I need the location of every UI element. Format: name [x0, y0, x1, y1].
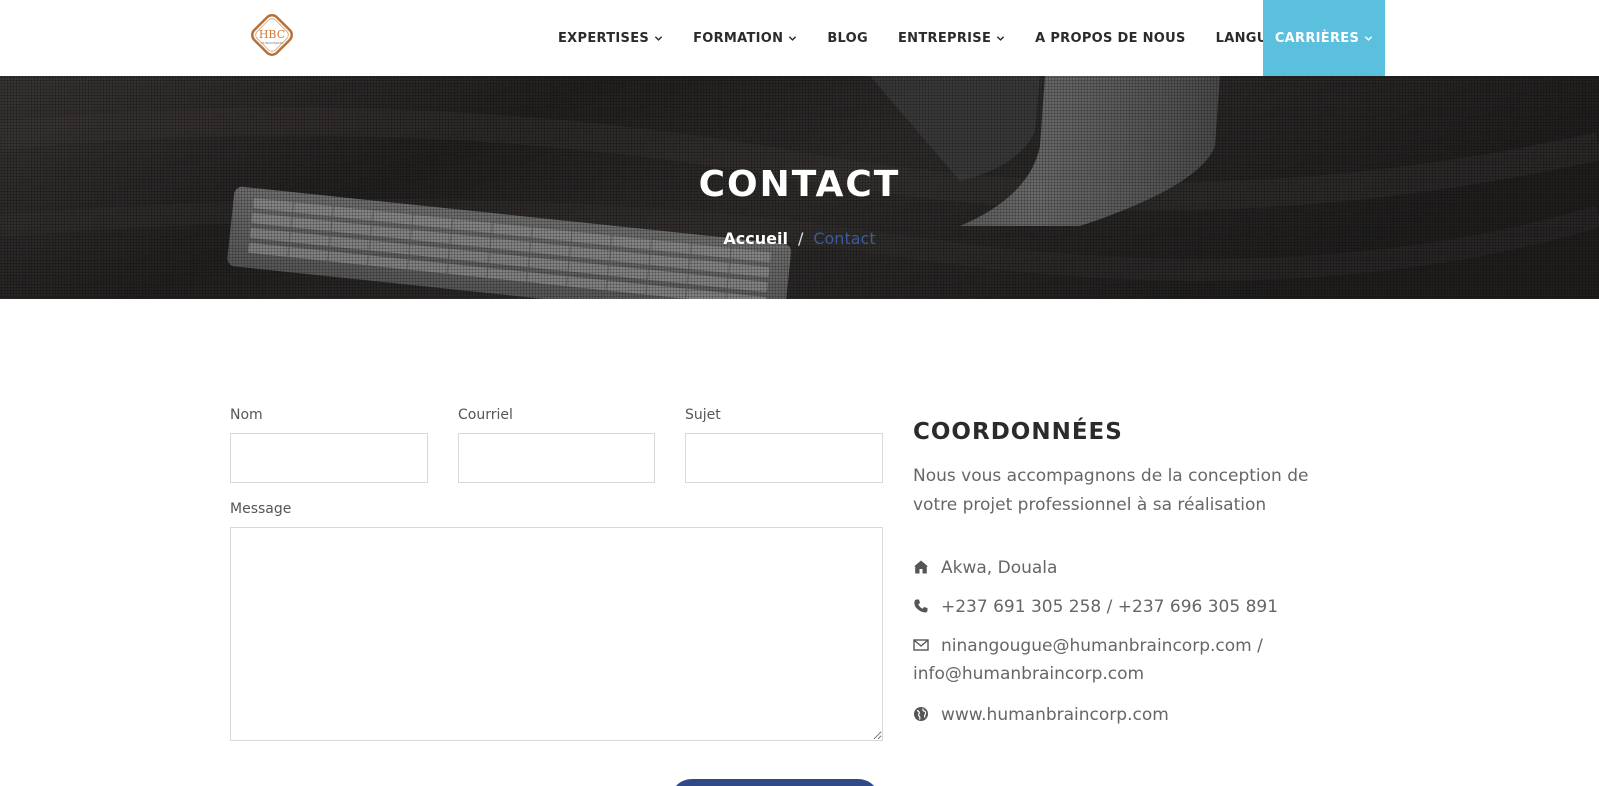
email-info-line: ninangougue@humanbraincorp.com / info@hu… — [913, 632, 1263, 688]
email-text-line1[interactable]: ninangougue@humanbraincorp.com / — [941, 636, 1263, 656]
info-title: COORDONNÉES — [913, 419, 1123, 445]
company-logo[interactable]: HBC HUMAN BRAIN — [248, 11, 296, 59]
nav-item-blog[interactable]: BLOG — [827, 31, 868, 46]
email-text-line2[interactable]: info@humanbraincorp.com — [913, 664, 1144, 684]
nav-item-entreprise[interactable]: ENTREPRISE — [898, 31, 1005, 46]
envelope-icon — [913, 639, 929, 651]
chevron-down-icon — [996, 35, 1005, 41]
nav-item-formation[interactable]: FORMATION — [693, 31, 797, 46]
svg-text:HBC: HBC — [259, 28, 285, 41]
email-input[interactable] — [458, 433, 655, 483]
submit-button[interactable] — [670, 779, 880, 786]
svg-text:HUMAN BRAIN: HUMAN BRAIN — [261, 41, 283, 45]
chevron-down-icon — [789, 35, 797, 41]
info-description: Nous vous accompagnons de la conception … — [913, 466, 1309, 515]
nav-item-label: BLOG — [827, 30, 868, 46]
email-label: Courriel — [458, 407, 513, 423]
navbar: HBC HUMAN BRAIN EXPERTISES FORMATION BLO… — [0, 0, 1599, 76]
nav-cta-label: CARRIÈRES — [1274, 30, 1360, 46]
name-input[interactable] — [230, 433, 428, 483]
nav-item-label: EXPERTISES — [558, 30, 650, 46]
nav-item-a-propos[interactable]: A PROPOS DE NOUS — [1035, 31, 1186, 46]
breadcrumb-home-link[interactable]: Accueil — [723, 229, 788, 248]
nav-item-expertises[interactable]: EXPERTISES — [558, 31, 663, 46]
subject-label: Sujet — [685, 407, 721, 423]
breadcrumb: Accueil / Contact — [0, 229, 1599, 248]
nav-item-label: FORMATION — [693, 30, 784, 46]
globe-icon — [914, 707, 928, 721]
phone-icon — [914, 599, 928, 613]
chevron-down-icon — [1364, 35, 1373, 41]
breadcrumb-separator: / — [797, 229, 804, 248]
subject-input[interactable] — [685, 433, 883, 483]
nav-item-carrieres[interactable]: CARRIÈRES — [1263, 0, 1385, 76]
address-line: Akwa, Douala — [913, 554, 1057, 582]
chevron-down-icon — [654, 35, 663, 41]
website-line: www.humanbraincorp.com — [913, 701, 1169, 729]
main-nav: EXPERTISES FORMATION BLOG ENTREPRISE A P… — [558, 0, 1321, 76]
nav-item-label: ENTREPRISE — [898, 30, 992, 46]
phone-text: +237 691 305 258 / +237 696 305 891 — [941, 597, 1279, 617]
nav-item-label: A PROPOS DE NOUS — [1035, 30, 1186, 46]
address-text: Akwa, Douala — [941, 558, 1058, 578]
phone-line: +237 691 305 258 / +237 696 305 891 — [913, 593, 1278, 621]
page-title: CONTACT — [698, 164, 901, 205]
message-label: Message — [230, 501, 292, 517]
name-label: Nom — [230, 407, 263, 423]
website-link[interactable]: www.humanbraincorp.com — [941, 705, 1169, 725]
message-textarea[interactable] — [230, 527, 883, 741]
home-icon — [914, 560, 928, 574]
breadcrumb-current: Contact — [813, 229, 876, 248]
page-hero: CONTACT Accueil / Contact — [0, 76, 1599, 299]
